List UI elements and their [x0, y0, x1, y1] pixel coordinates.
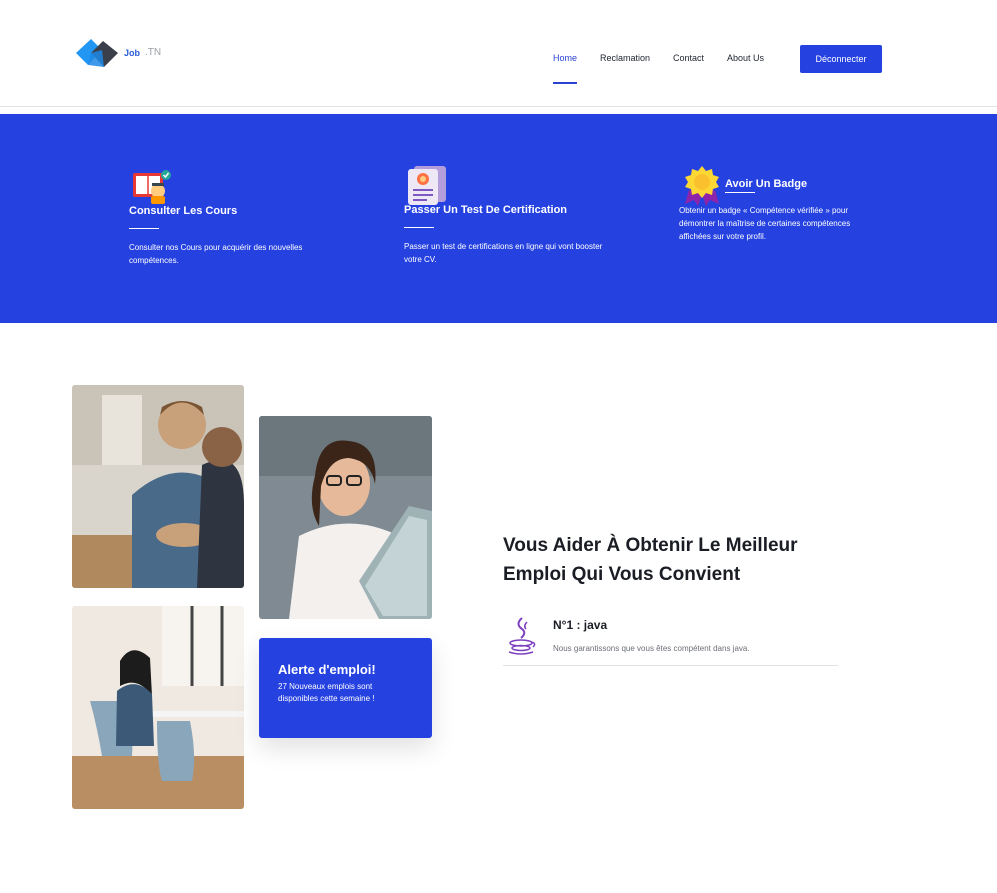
feature-title: Consulter Les Cours: [129, 205, 238, 217]
feature-divider: [404, 227, 434, 228]
feature-description: Obtenir un badge « Compétence vérifiée »…: [679, 206, 851, 241]
feature-description: Consulter nos Cours pour acquérir des no…: [129, 243, 303, 265]
nav-item-reclamation[interactable]: Reclamation: [600, 53, 650, 63]
alert-text: 27 Nouveaux emplois sont disponibles cet…: [278, 682, 375, 703]
section-headline: Vous Aider À Obtenir Le Meilleur Emploi …: [503, 535, 798, 585]
site-header: Job .TN Home Reclamation Contact About U…: [0, 0, 997, 107]
logout-button[interactable]: Déconnecter: [800, 45, 882, 73]
skill-item: N°1 : java Nous garantissons que vous êt…: [503, 614, 838, 666]
features-band: Consulter Les Cours Consulter nos Cours …: [0, 114, 997, 323]
feature-title: Passer Un Test De Certification: [404, 204, 568, 216]
job-alert-card[interactable]: Alerte d'emploi! 27 Nouveaux emplois son…: [259, 638, 432, 738]
feature-title: Avoir Un Badge: [725, 178, 808, 190]
java-icon: [508, 617, 536, 655]
certificate-icon: [408, 166, 446, 205]
nav-item-home[interactable]: Home: [553, 53, 577, 63]
alert-title: Alerte d'emploi!: [278, 662, 376, 677]
photo-woman-laptop: [259, 416, 432, 619]
badge-icon: [685, 166, 719, 206]
nav-item-contact[interactable]: Contact: [673, 53, 704, 63]
photo-colleagues: [72, 385, 244, 588]
feature-certification: Passer Un Test De Certification Passer u…: [404, 165, 604, 266]
nav-item-about-us[interactable]: About Us: [727, 53, 764, 63]
skill-title: N°1 : java: [553, 618, 608, 632]
feature-divider: [129, 228, 159, 229]
feature-description: Passer un test de certifications en lign…: [404, 242, 603, 264]
photo-woman-desk: [72, 606, 244, 809]
courses-icon: [133, 170, 171, 204]
feature-divider: [725, 192, 755, 193]
skill-description: Nous garantissons que vous êtes compéten…: [553, 644, 750, 653]
nav-active-indicator: [553, 82, 577, 84]
feature-courses: Consulter Les Cours Consulter nos Cours …: [129, 167, 329, 267]
